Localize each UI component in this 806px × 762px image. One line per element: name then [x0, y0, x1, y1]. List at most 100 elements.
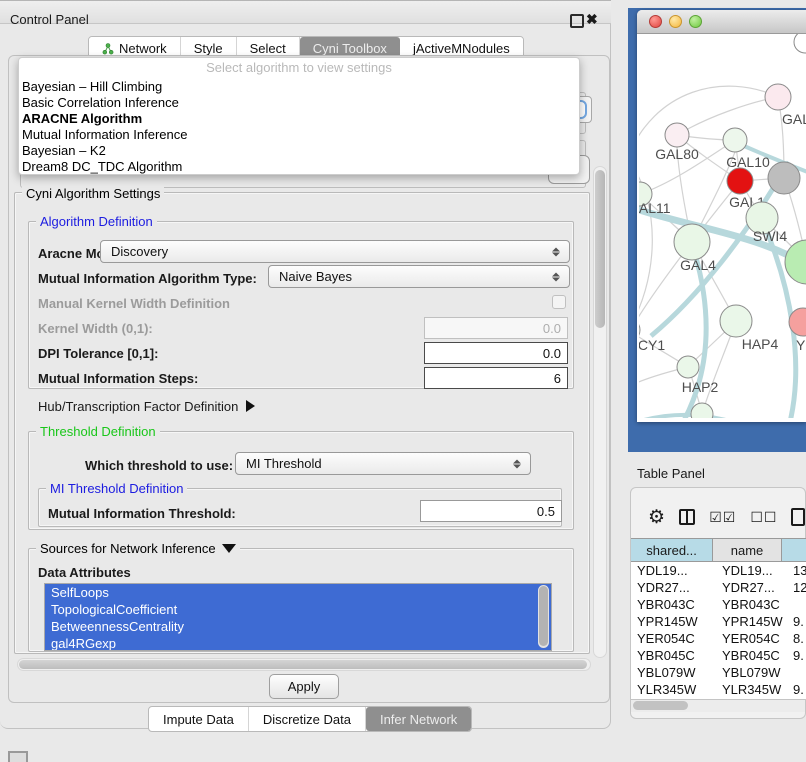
node-gray[interactable]: [768, 162, 800, 194]
float-window-icon[interactable]: [570, 14, 584, 28]
mi-steps-label: Mutual Information Steps:: [38, 371, 198, 386]
network-canvas[interactable]: GALGAL80GAL10GAL1GAL11SWI4GAL4GCY1HAP4YH…: [639, 34, 806, 418]
network-edge: [677, 97, 778, 135]
split-columns-icon[interactable]: [679, 509, 695, 525]
node-label: GAL80: [655, 146, 699, 162]
gear-icon[interactable]: ⚙: [648, 508, 665, 527]
tab-network-label: Network: [119, 41, 167, 56]
dpi-tolerance-field[interactable]: 0.0: [424, 342, 568, 364]
collapse-down-icon: [222, 544, 236, 553]
table-row[interactable]: YBL079WYBL079W: [631, 664, 806, 681]
attribute-list-item[interactable]: gal4RGexp: [45, 635, 551, 651]
attributes-list-scrollbar-thumb[interactable]: [539, 586, 548, 646]
data-attributes-list[interactable]: SelfLoopsTopologicalCoefficientBetweenne…: [44, 583, 552, 651]
attribute-list-item[interactable]: TopologicalCoefficient: [45, 601, 551, 618]
manual-kernel-checkbox[interactable]: [552, 295, 566, 309]
node-big-green[interactable]: [785, 240, 806, 284]
table-row[interactable]: YDL19...YDL19...13: [631, 562, 806, 579]
close-icon[interactable]: ✖: [586, 11, 598, 28]
table-cell: YBR043C: [716, 596, 787, 613]
attribute-list-item[interactable]: BetweennessCentrality: [45, 618, 551, 635]
table-cell: YDL19...: [631, 562, 716, 579]
column-header-clipped[interactable]: [782, 539, 806, 561]
algorithm-option[interactable]: ARACNE Algorithm: [22, 111, 142, 126]
table-row[interactable]: YPR145WYPR145W9.: [631, 613, 806, 630]
table-row[interactable]: YER054CYER054C8.: [631, 630, 806, 647]
aracne-mode-select[interactable]: Discovery: [100, 240, 570, 263]
algorithm-option[interactable]: Mutual Information Inference: [22, 127, 187, 142]
table-cell: YDL19...: [716, 562, 787, 579]
table-row[interactable]: YLR345WYLR345W9.: [631, 681, 806, 698]
collapsed-panel-icon[interactable]: [8, 751, 28, 762]
table-cell: YER054C: [716, 630, 787, 647]
tab-infer-network[interactable]: Infer Network: [366, 707, 471, 731]
table-row[interactable]: YDR27...YDR27...12: [631, 579, 806, 596]
apply-button[interactable]: Apply: [269, 674, 339, 699]
node-label: GAL: [782, 111, 806, 127]
table-cell: YLR345W: [631, 681, 716, 698]
table-row[interactable]: YBR043CYBR043C: [631, 596, 806, 613]
settings-horizontal-scrollbar-thumb[interactable]: [19, 660, 587, 669]
node-label: HAP4: [742, 336, 779, 352]
table-row[interactable]: YBR045CYBR045C9.: [631, 647, 806, 664]
close-traffic-light-icon[interactable]: [649, 15, 662, 28]
node-top[interactable]: [794, 34, 806, 53]
hub-section-toggle[interactable]: Hub/Transcription Factor Definition: [38, 399, 255, 414]
node-label: GAL11: [639, 200, 671, 216]
table-cell: 9.: [787, 613, 806, 630]
minimize-traffic-light-icon[interactable]: [669, 15, 682, 28]
node-gal10[interactable]: [723, 128, 747, 152]
settings-vertical-scrollbar-thumb[interactable]: [595, 170, 605, 328]
which-threshold-select[interactable]: MI Threshold: [235, 452, 531, 475]
table-panel-title: Table Panel: [637, 466, 705, 481]
algorithm-option[interactable]: Bayesian – Hill Climbing: [22, 79, 162, 94]
node-gal1[interactable]: [727, 168, 753, 194]
network-window-titlebar[interactable]: [637, 10, 806, 34]
table-cell: [787, 664, 806, 681]
table-cell: YBR043C: [631, 596, 716, 613]
table-horizontal-scrollbar-thumb[interactable]: [633, 701, 688, 710]
attribute-list-item[interactable]: SelfLoops: [45, 584, 551, 601]
unchecked-pair-icon[interactable]: ☐☐: [750, 509, 777, 526]
table-cell: YPR145W: [716, 613, 787, 630]
table-cell: YLR345W: [716, 681, 787, 698]
node-hap2[interactable]: [677, 356, 699, 378]
sources-group-title[interactable]: Sources for Network Inference: [36, 541, 240, 556]
algorithm-option[interactable]: Bayesian – K2: [22, 143, 106, 158]
table-cell: 13: [787, 562, 806, 579]
table-body: YDL19...YDL19...13YDR27...YDR27...12YBR0…: [631, 562, 806, 699]
mi-type-select[interactable]: Naive Bayes: [268, 265, 570, 288]
mi-threshold-field[interactable]: 0.5: [420, 500, 562, 522]
threshold-definition-title: Threshold Definition: [36, 424, 160, 439]
node-label: SWI4: [753, 228, 787, 244]
mi-threshold-group-title: MI Threshold Definition: [46, 481, 187, 496]
kernel-width-field[interactable]: 0.0: [424, 317, 568, 339]
table-cell: YPR145W: [631, 613, 716, 630]
node-gal80[interactable]: [665, 123, 689, 147]
node-bottom[interactable]: [691, 403, 713, 418]
node-gal4[interactable]: [674, 224, 710, 260]
algorithm-dropdown-placeholder: Select algorithm to view settings: [19, 60, 579, 75]
checked-pair-icon[interactable]: ☑☑: [709, 509, 736, 526]
table-cell: YBR045C: [716, 647, 787, 664]
table-cell: YDR27...: [716, 579, 787, 596]
table-cell: 9.: [787, 681, 806, 698]
column-header-name[interactable]: name: [713, 539, 782, 561]
algorithm-option[interactable]: Dream8 DC_TDC Algorithm: [22, 159, 182, 174]
page-icon[interactable]: [791, 508, 805, 526]
table-cell: 9.: [787, 647, 806, 664]
mi-steps-field[interactable]: 6: [424, 367, 568, 389]
tab-impute-data[interactable]: Impute Data: [149, 707, 249, 731]
column-header-shared[interactable]: shared...: [631, 539, 713, 561]
zoom-traffic-light-icon[interactable]: [689, 15, 702, 28]
stepper-arrows-icon: [552, 247, 560, 256]
tab-discretize-data[interactable]: Discretize Data: [249, 707, 366, 731]
kernel-width-label: Kernel Width (0,1):: [38, 321, 153, 336]
control-panel-title: Control Panel: [10, 12, 89, 27]
node-gal7[interactable]: [765, 84, 791, 110]
algorithm-option[interactable]: Basic Correlation Inference: [22, 95, 179, 110]
table-cell: YBR045C: [631, 647, 716, 664]
node-label: GCY1: [639, 337, 665, 353]
node-hap4[interactable]: [720, 305, 752, 337]
node-label: Y: [796, 337, 806, 353]
